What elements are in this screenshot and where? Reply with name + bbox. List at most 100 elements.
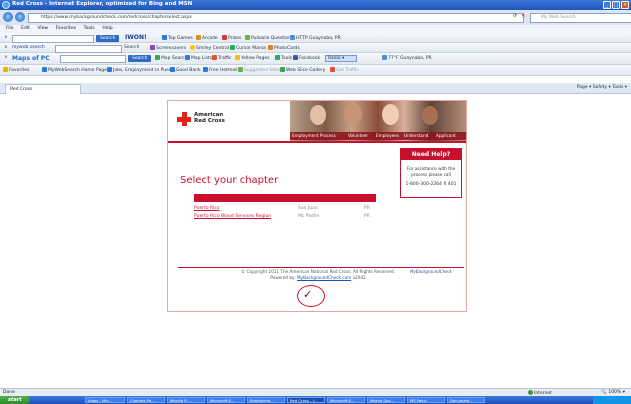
- chapter-link[interactable]: Puerto Rico: [194, 205, 220, 213]
- maps-search-field[interactable]: [60, 54, 126, 63]
- chapter-city: San Juan: [298, 206, 318, 211]
- toolbar2-item-smiley[interactable]: Smiley Central: [190, 45, 229, 51]
- fav-item-hotmail[interactable]: Free Hotmail: [203, 67, 238, 73]
- maps-search-button[interactable]: Search: [128, 54, 152, 62]
- toolbar2-item-screensavers[interactable]: Screensavers: [150, 45, 186, 51]
- nav-link-employment[interactable]: Employment Process: [292, 133, 336, 138]
- toolbar-close-icon[interactable]: ×: [4, 35, 8, 40]
- menu-file[interactable]: File: [6, 26, 14, 31]
- fav-item-suggested[interactable]: Suggested Sites: [238, 67, 280, 73]
- toolbar1-item-prizes[interactable]: Prizes: [222, 35, 241, 41]
- toolbar3-radio-select[interactable]: Radio ▾: [325, 55, 358, 62]
- toolbar2-close-icon[interactable]: ×: [4, 45, 8, 50]
- page-icon: [203, 67, 208, 72]
- nav-link-understand[interactable]: Understand: [404, 133, 428, 138]
- refresh-icon[interactable]: ⟳: [513, 13, 517, 19]
- menu-tools[interactable]: Tools: [84, 26, 95, 31]
- fav-item-webslice[interactable]: Web Slice Gallery: [280, 67, 325, 73]
- taskbar-item[interactable]: Inbox - Mic...: [85, 397, 125, 403]
- toolbar1-item-question[interactable]: Pulsacle Question: [245, 35, 291, 41]
- taskbar-item[interactable]: Mozilla Fi...: [167, 397, 205, 403]
- toolbar3-close-icon[interactable]: ×: [4, 55, 8, 60]
- nav-link-employees[interactable]: Employees: [376, 133, 399, 138]
- taskbar-item-active[interactable]: Red Cross - I...: [287, 397, 325, 403]
- security-seal[interactable]: ✓: [297, 285, 325, 307]
- menu-help[interactable]: Help: [102, 26, 112, 31]
- nav-link-applicant[interactable]: Applicant: [436, 133, 456, 138]
- chapter-link[interactable]: Puerto Rico Blood Services Region: [194, 213, 271, 221]
- weather-icon: [290, 35, 295, 40]
- page-icon: [42, 67, 47, 72]
- toolbar2-item-search[interactable]: Search: [124, 45, 139, 50]
- page-icon: [238, 67, 243, 72]
- iwon-search-button[interactable]: Search: [96, 34, 120, 42]
- forward-button[interactable]: ›: [15, 12, 25, 22]
- maximize-button[interactable]: □: [612, 1, 620, 9]
- command-bar[interactable]: Page ▾ Safety ▾ Tools ▾: [577, 85, 627, 90]
- nav-link-volunteer[interactable]: Volunteer: [348, 133, 368, 138]
- menu-view[interactable]: View: [37, 26, 48, 31]
- web-slice-icon: [280, 67, 285, 72]
- page-card: American Red Cross Employment Process Vo…: [167, 100, 467, 312]
- page-header: American Red Cross Employment Process Vo…: [168, 101, 466, 141]
- iwon-logo: IWON!: [125, 34, 147, 41]
- mywebsearch-field[interactable]: [55, 44, 122, 53]
- toolbar3-item-tools[interactable]: Tools: [275, 55, 292, 61]
- menu-edit[interactable]: Edit: [21, 26, 30, 31]
- toolbar3-item-weather[interactable]: 77°F Guaynabo, PR: [382, 55, 432, 61]
- red-cross-logo-icon: [177, 112, 191, 126]
- version: v2042: [352, 274, 366, 280]
- status-text: Done: [3, 390, 15, 395]
- favorites-button[interactable]: Favorites: [3, 67, 29, 73]
- menu-bar: File Edit View Favorites Tools Help: [0, 25, 631, 33]
- yellow-pages-icon: [235, 55, 240, 60]
- help-text: For assistance with the process please c…: [406, 166, 456, 177]
- taskbar-item[interactable]: Employme...: [247, 397, 285, 403]
- chapter-state: PR: [364, 206, 370, 211]
- stop-icon[interactable]: ✕: [521, 13, 525, 19]
- zoom-level[interactable]: 🔍 100% ▾: [601, 390, 625, 395]
- taskbar-item[interactable]: Nuevo Doc...: [367, 397, 405, 403]
- toolbar3-item-mapsearch[interactable]: Map Search: [155, 55, 187, 61]
- taskbar-item[interactable]: Microsoft E...: [327, 397, 365, 403]
- toolbar3-item-maplists[interactable]: Map Lists: [185, 55, 212, 61]
- close-button[interactable]: ×: [621, 1, 629, 9]
- menu-favorites[interactable]: Favorites: [56, 26, 76, 31]
- start-button[interactable]: start: [0, 396, 30, 404]
- fav-item-mywebsearch[interactable]: MyWebSearch Home Page: [42, 67, 107, 73]
- toolbar2-item-cursor[interactable]: Cursor Mania: [230, 45, 266, 51]
- taskbar-item[interactable]: Cuentas Pa...: [127, 397, 165, 403]
- toolbar1-item-arcade[interactable]: Arcade: [196, 35, 218, 41]
- toolbar1-item-games[interactable]: Top Games: [162, 35, 193, 41]
- toolbar3-item-facebook[interactable]: Facebook: [293, 55, 320, 61]
- chapter-state: PR: [364, 214, 370, 219]
- powered-by-label: Powered by:: [270, 274, 296, 280]
- toolbar1-item-weather[interactable]: ΗΤΤP Guaynabo, PR: [290, 35, 341, 41]
- footer-text: © Copyright 2011 The American National R…: [238, 269, 398, 280]
- powered-by-link[interactable]: MyBackgroundCheck.com: [297, 275, 351, 280]
- fav-item-traffic[interactable]: Get Traffic: [330, 67, 359, 73]
- fav-item-jobs[interactable]: Jobs, Employment in Puerto...: [107, 67, 179, 73]
- taskbar-item[interactable]: Document...: [447, 397, 485, 403]
- mywebsearch-logo: myweb search: [12, 45, 45, 50]
- iwon-search-field[interactable]: [12, 34, 94, 43]
- weather-icon: [382, 55, 387, 60]
- window-title: Red Cross - Internet Explorer, optimized…: [12, 1, 193, 7]
- toolbar3-item-traffic[interactable]: Traffic: [212, 55, 232, 61]
- toolbar3-item-yellowpages[interactable]: Yellow Pages: [235, 55, 270, 61]
- star-icon: [3, 67, 8, 72]
- maps-logo: Maps of PC: [12, 55, 50, 62]
- toolbar2-item-photocards[interactable]: PhotoCards: [268, 45, 300, 51]
- taskbar-item[interactable]: Microsoft E...: [207, 397, 245, 403]
- tab-red-cross[interactable]: Red Cross: [5, 84, 81, 94]
- search-input[interactable]: My Web Search: [530, 13, 631, 23]
- arcade-icon: [196, 35, 201, 40]
- map-lists-icon: [185, 55, 190, 60]
- minimize-button[interactable]: _: [603, 1, 611, 9]
- taskbar-item[interactable]: MS Paint: [407, 397, 445, 403]
- map-search-icon: [155, 55, 160, 60]
- back-button[interactable]: ‹: [3, 12, 13, 22]
- address-bar[interactable]: https://www.mybackgroundcheck.com/redcro…: [28, 13, 524, 23]
- fav-item-goodbank[interactable]: Good Bank: [170, 67, 201, 73]
- help-phone: 1-800-300-2264 X 401: [405, 182, 457, 187]
